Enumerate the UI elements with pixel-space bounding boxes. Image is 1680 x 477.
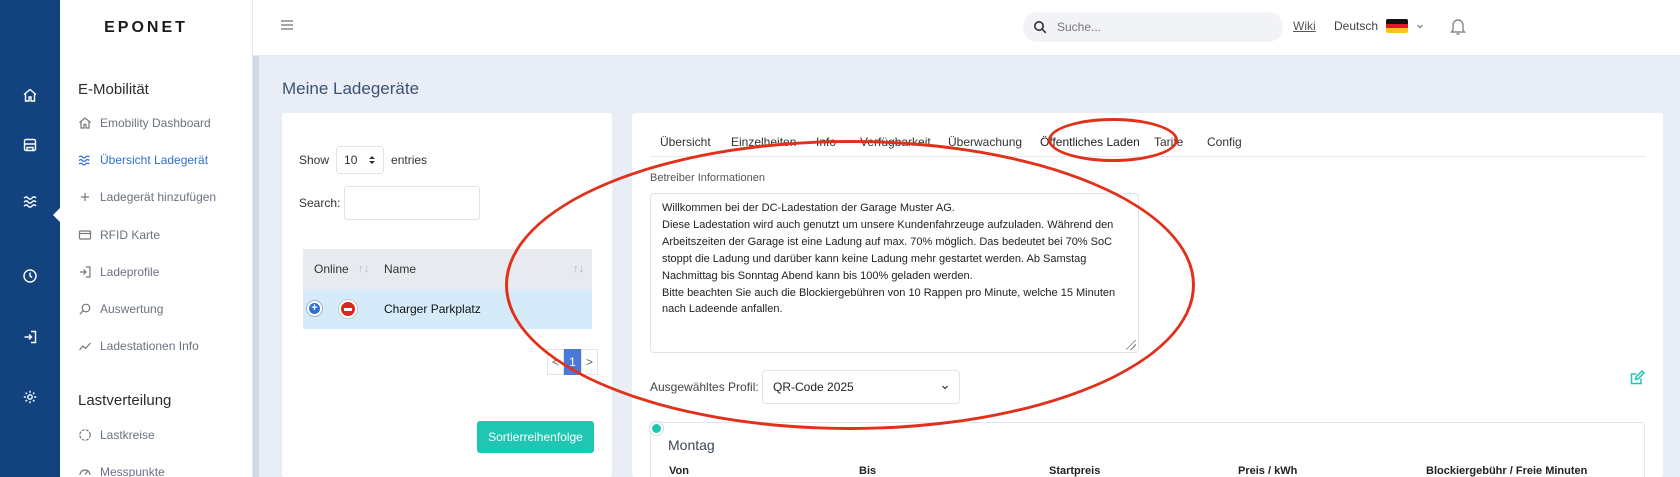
sidebar-item-label: Auswertung xyxy=(100,302,164,316)
sort-order-button[interactable]: Sortierreihenfolge xyxy=(477,421,594,453)
search-input[interactable] xyxy=(1057,20,1267,34)
circle-icon xyxy=(79,429,91,441)
sidebar-item-messpunkte[interactable]: Messpunkte xyxy=(78,465,165,477)
column-bis: Bis xyxy=(859,465,877,477)
sidebar-scroll-strip xyxy=(253,56,259,477)
language-selector[interactable]: Deutsch xyxy=(1334,19,1424,33)
settings-icon[interactable] xyxy=(0,382,60,412)
column-online[interactable]: Online xyxy=(314,262,349,276)
column-preis-kwh: Preis / kWh xyxy=(1238,465,1298,477)
chevron-down-icon xyxy=(1417,24,1423,29)
store-icon[interactable] xyxy=(0,130,60,160)
sidebar-item-auswertung[interactable]: Auswertung xyxy=(78,302,163,316)
offline-status-icon xyxy=(339,300,357,318)
page-title: Meine Ladegeräte xyxy=(282,79,420,98)
sidebar-item-label: Messpunkte xyxy=(100,465,165,477)
entries-length-control: Show 10 entries xyxy=(299,146,427,174)
annotation-ellipse-tab xyxy=(1048,118,1178,162)
edit-icon[interactable] xyxy=(1629,369,1646,391)
home-icon xyxy=(79,117,91,129)
notification-bell-icon[interactable] xyxy=(1449,16,1467,41)
login-icon xyxy=(80,266,91,278)
sidebar-item-label: Lastkreise xyxy=(100,428,155,442)
plus-icon xyxy=(81,193,89,201)
column-von: Von xyxy=(669,465,689,477)
icon-rail xyxy=(0,0,61,477)
sidebar-item-label: Ladestationen Info xyxy=(100,339,199,353)
sidebar-item-label: RFID Karte xyxy=(100,228,161,242)
home-icon[interactable] xyxy=(0,80,60,110)
sort-arrows-icon xyxy=(369,156,376,164)
sidebar-section-lastverteilung: Lastverteilung xyxy=(78,392,172,409)
waves-icon[interactable] xyxy=(0,186,60,216)
table-search-input[interactable] xyxy=(344,186,480,220)
search-icon xyxy=(1034,21,1047,34)
column-startpreis: Startpreis xyxy=(1049,465,1101,477)
tab-uebersicht[interactable]: Übersicht xyxy=(660,135,711,149)
login-icon[interactable] xyxy=(0,322,60,352)
trend-icon xyxy=(79,342,91,351)
column-name[interactable]: Name xyxy=(384,262,416,276)
card-icon xyxy=(78,230,92,240)
day-schedule-montag: Montag Von Bis Startpreis Preis / kWh Bl… xyxy=(650,422,1645,477)
sidebar-item-emobility-dashboard[interactable]: Emobility Dashboard xyxy=(78,116,211,130)
show-label: Show xyxy=(299,153,330,167)
day-toggle-dot[interactable] xyxy=(650,422,663,435)
entries-value: 10 xyxy=(344,153,358,167)
sidebar-item-label: Ladeprofile xyxy=(100,265,160,279)
brand-logo: EPONET xyxy=(104,19,188,36)
sidebar-item-label: Ladegerät hinzufügen xyxy=(100,190,217,204)
magnifier-icon xyxy=(79,303,91,315)
sidebar-item-ladegeraet-hinzufuegen[interactable]: Ladegerät hinzufügen xyxy=(78,190,216,204)
tab-config[interactable]: Config xyxy=(1207,135,1242,149)
sidebar-item-lastkreise[interactable]: Lastkreise xyxy=(78,428,155,442)
sidebar-item-label: Übersicht Ladegerät xyxy=(100,153,209,167)
waves-icon xyxy=(78,155,90,166)
sidebar-section-emobility: E-Mobilität xyxy=(78,81,149,98)
charger-name: Charger Parkplatz xyxy=(384,302,481,316)
sidebar-item-ladestationen-info[interactable]: Ladestationen Info xyxy=(78,339,199,353)
language-label: Deutsch xyxy=(1334,19,1379,33)
expand-row-icon[interactable]: + xyxy=(307,301,322,316)
sidebar: EPONET E-Mobilität Emobility Dashboard Ü… xyxy=(60,0,253,477)
wiki-link[interactable]: Wiki xyxy=(1293,19,1316,33)
table-search-label: Search: xyxy=(299,196,341,210)
search-bar[interactable] xyxy=(1023,12,1283,42)
day-title: Montag xyxy=(668,437,715,453)
entries-select[interactable]: 10 xyxy=(336,146,385,174)
sidebar-item-ladeprofile[interactable]: Ladeprofile xyxy=(78,265,159,279)
sidebar-item-uebersicht-ladegeraet[interactable]: Übersicht Ladegerät xyxy=(78,153,208,167)
annotation-ellipse-content xyxy=(505,140,1195,430)
top-header: Wiki Deutsch xyxy=(253,0,1680,56)
sort-icon[interactable]: ↑↓ xyxy=(358,263,369,275)
entries-label: entries xyxy=(391,153,428,167)
hamburger-menu-icon[interactable] xyxy=(279,17,295,38)
column-blockiergebuehr: Blockiergebühr / Freie Minuten xyxy=(1426,465,1588,477)
sidebar-item-rfid-karte[interactable]: RFID Karte xyxy=(78,228,160,242)
gauge-icon xyxy=(79,469,91,476)
sidebar-item-label: Emobility Dashboard xyxy=(100,116,211,130)
clock-icon[interactable] xyxy=(0,261,60,291)
german-flag-icon xyxy=(1386,19,1409,33)
